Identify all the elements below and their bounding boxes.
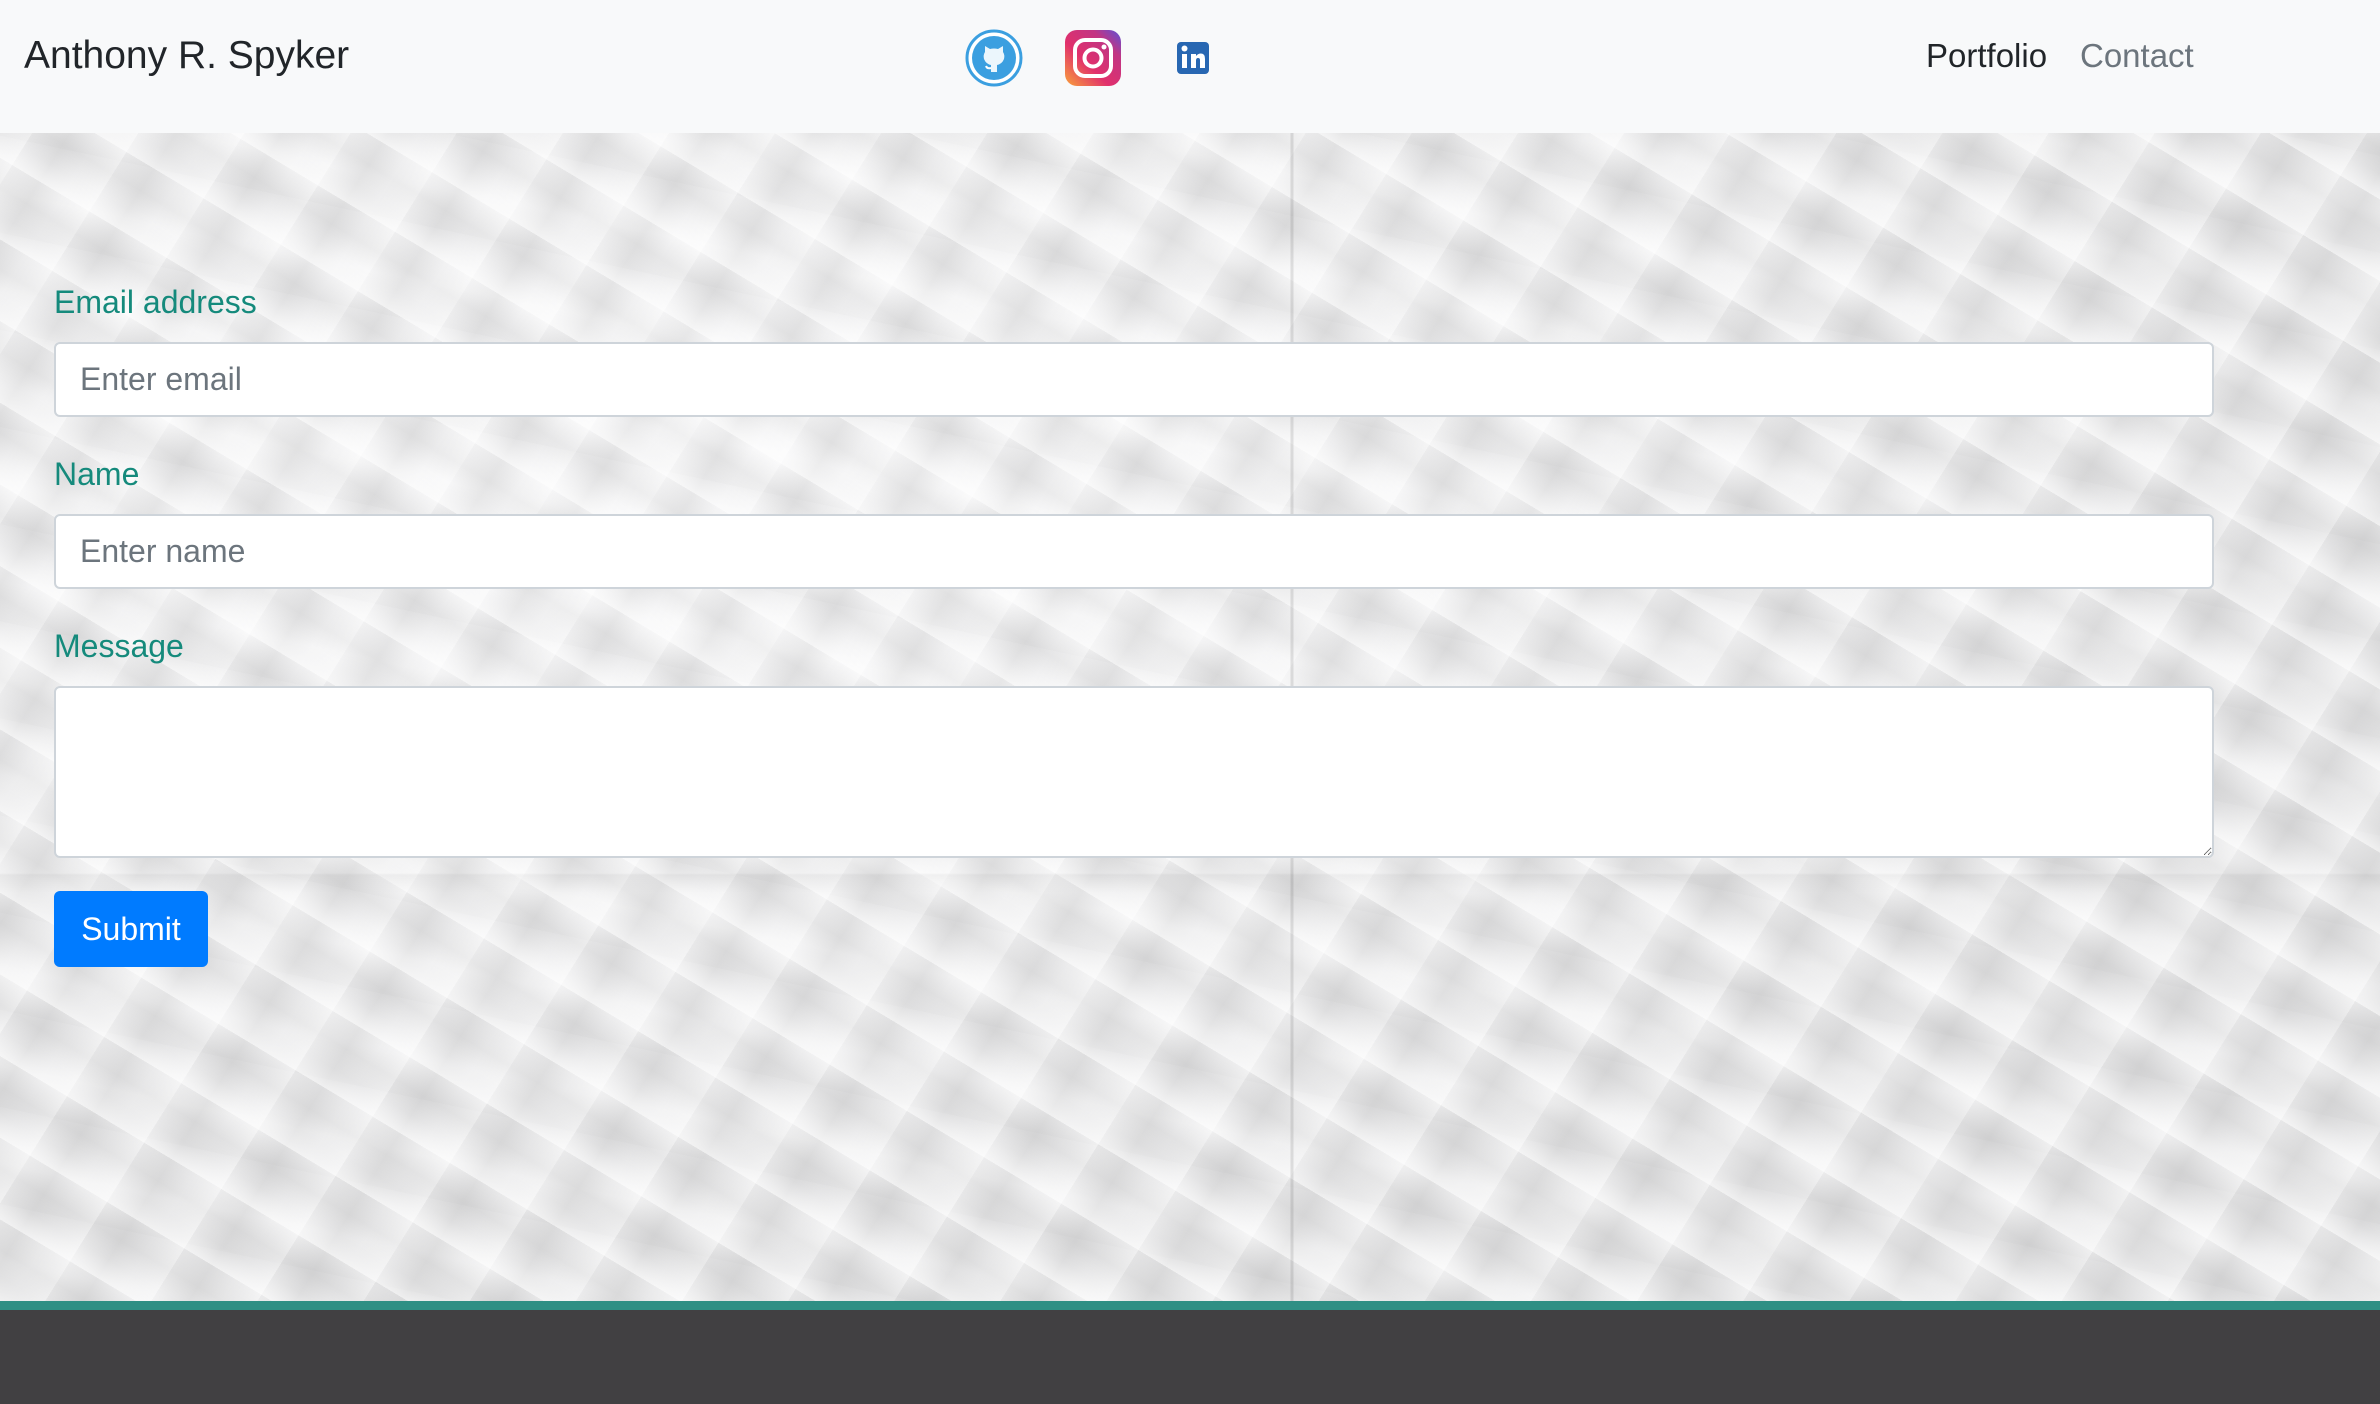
nav-link-portfolio[interactable]: Portfolio [1926,34,2047,78]
submit-button[interactable]: Submit [54,891,208,967]
navbar: Anthony R. Spyker Portfolio Contact [0,0,2380,133]
footer-accent-bar [0,1301,2380,1310]
github-icon [965,29,1023,87]
email-label: Email address [54,284,257,320]
contact-section: Email address Name Message Submit [0,133,2380,1301]
nav-link-contact[interactable]: Contact [2080,34,2194,78]
name-label: Name [54,456,140,492]
instagram-link[interactable] [1063,28,1123,88]
message-field[interactable] [54,686,2214,858]
instagram-icon [1065,30,1121,86]
linkedin-link[interactable] [1163,28,1223,88]
github-link[interactable] [964,28,1024,88]
linkedin-icon [1177,42,1209,74]
email-field[interactable] [54,342,2214,417]
footer [0,1310,2380,1404]
brand-link[interactable]: Anthony R. Spyker [24,30,349,82]
message-label: Message [54,628,184,664]
name-field[interactable] [54,514,2214,589]
